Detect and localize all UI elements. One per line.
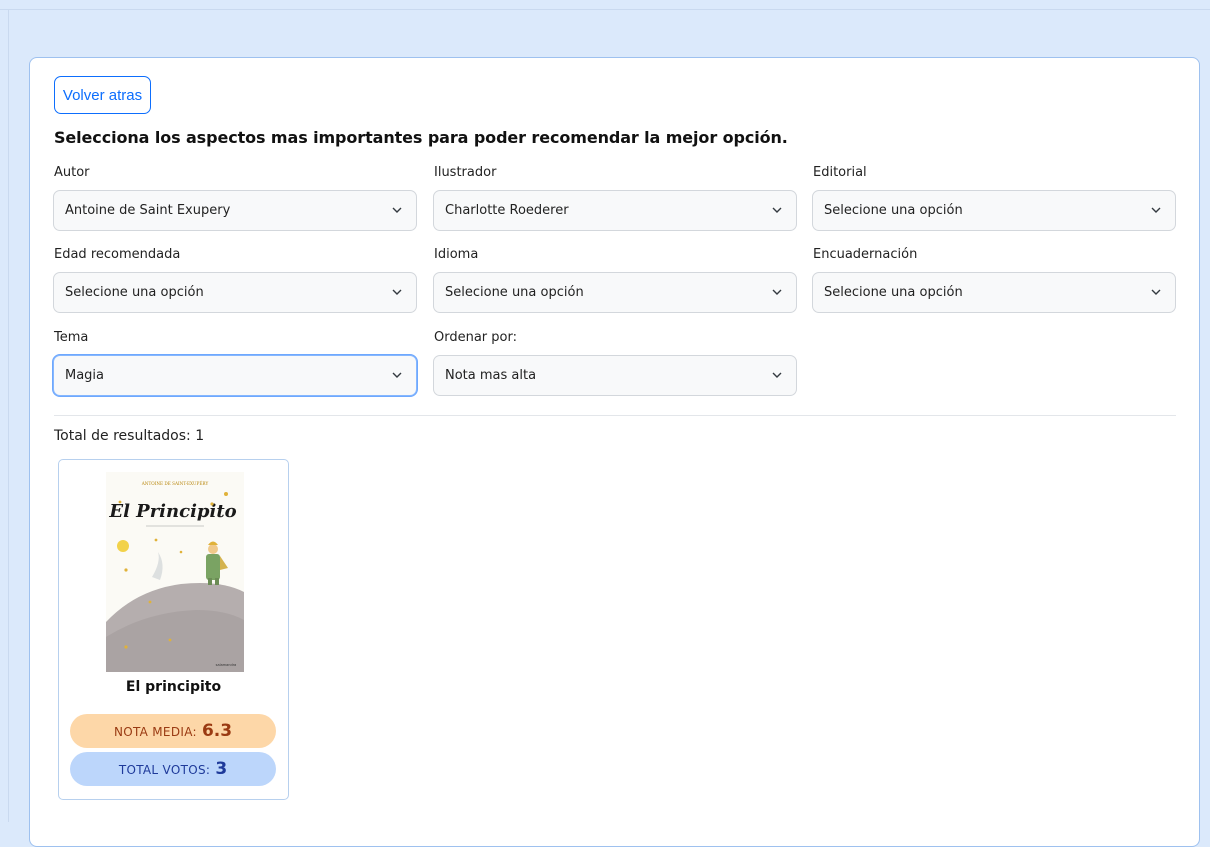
ordenar-label: Ordenar por:	[434, 330, 517, 345]
idioma-label: Idioma	[434, 247, 479, 262]
divider	[54, 415, 1176, 416]
votes-label: TOTAL VOTOS:	[118, 763, 211, 777]
encuadernacion-select[interactable]: Selecione una opción	[812, 272, 1176, 313]
rating-value: 6.3	[201, 721, 233, 741]
cover-author: ANTOINE DE SAINT-EXUPÉRY	[141, 481, 209, 486]
recommendation-panel: Volver atras Selecciona los aspectos mas…	[29, 57, 1200, 847]
edad-select-value: Selecione una opción	[65, 285, 204, 300]
ordenar-select[interactable]: Nota mas alta	[433, 355, 797, 396]
tema-select[interactable]: Magia	[53, 355, 417, 396]
tema-label: Tema	[54, 330, 89, 345]
edad-select[interactable]: Selecione una opción	[53, 272, 417, 313]
book-cover-image[interactable]: ANTOINE DE SAINT-EXUPÉRY El Principito s…	[106, 472, 244, 672]
autor-label: Autor	[54, 165, 90, 180]
ilustrador-select[interactable]: Charlotte Roederer	[433, 190, 797, 231]
chevron-down-icon	[392, 289, 402, 295]
votes-badge: TOTAL VOTOS: 3	[70, 752, 276, 786]
edad-label: Edad recomendada	[54, 247, 181, 262]
chevron-down-icon	[772, 372, 782, 378]
chevron-down-icon	[392, 207, 402, 213]
chevron-down-icon	[1151, 207, 1161, 213]
encuadernacion-select-value: Selecione una opción	[824, 285, 963, 300]
rating-badge: NOTA MEDIA: 6.3	[70, 714, 276, 748]
editorial-label: Editorial	[813, 165, 867, 180]
cover-title: El Principito	[108, 501, 236, 522]
left-border	[8, 9, 9, 822]
rating-label: NOTA MEDIA:	[113, 725, 197, 739]
chevron-down-icon	[772, 207, 782, 213]
svg-text:salamandra: salamandra	[216, 663, 237, 667]
page-heading: Selecciona los aspectos mas importantes …	[54, 128, 788, 147]
ilustrador-select-value: Charlotte Roederer	[445, 203, 569, 218]
editorial-select[interactable]: Selecione una opción	[812, 190, 1176, 231]
book-title[interactable]: El principito	[59, 679, 288, 695]
ilustrador-label: Ilustrador	[434, 165, 497, 180]
back-button[interactable]: Volver atras	[54, 76, 151, 114]
top-border	[0, 9, 1210, 10]
autor-select-value: Antoine de Saint Exupery	[65, 203, 231, 218]
ordenar-select-value: Nota mas alta	[445, 368, 537, 383]
tema-select-value: Magia	[65, 368, 105, 383]
encuadernacion-label: Encuadernación	[813, 247, 918, 262]
editorial-select-value: Selecione una opción	[824, 203, 963, 218]
votes-value: 3	[215, 759, 228, 779]
chevron-down-icon	[772, 289, 782, 295]
results-count: Total de resultados: 1	[54, 428, 205, 444]
chevron-down-icon	[392, 372, 402, 378]
idioma-select-value: Selecione una opción	[445, 285, 584, 300]
autor-select[interactable]: Antoine de Saint Exupery	[53, 190, 417, 231]
chevron-down-icon	[1151, 289, 1161, 295]
idioma-select[interactable]: Selecione una opción	[433, 272, 797, 313]
book-card[interactable]: ANTOINE DE SAINT-EXUPÉRY El Principito s…	[58, 459, 289, 800]
